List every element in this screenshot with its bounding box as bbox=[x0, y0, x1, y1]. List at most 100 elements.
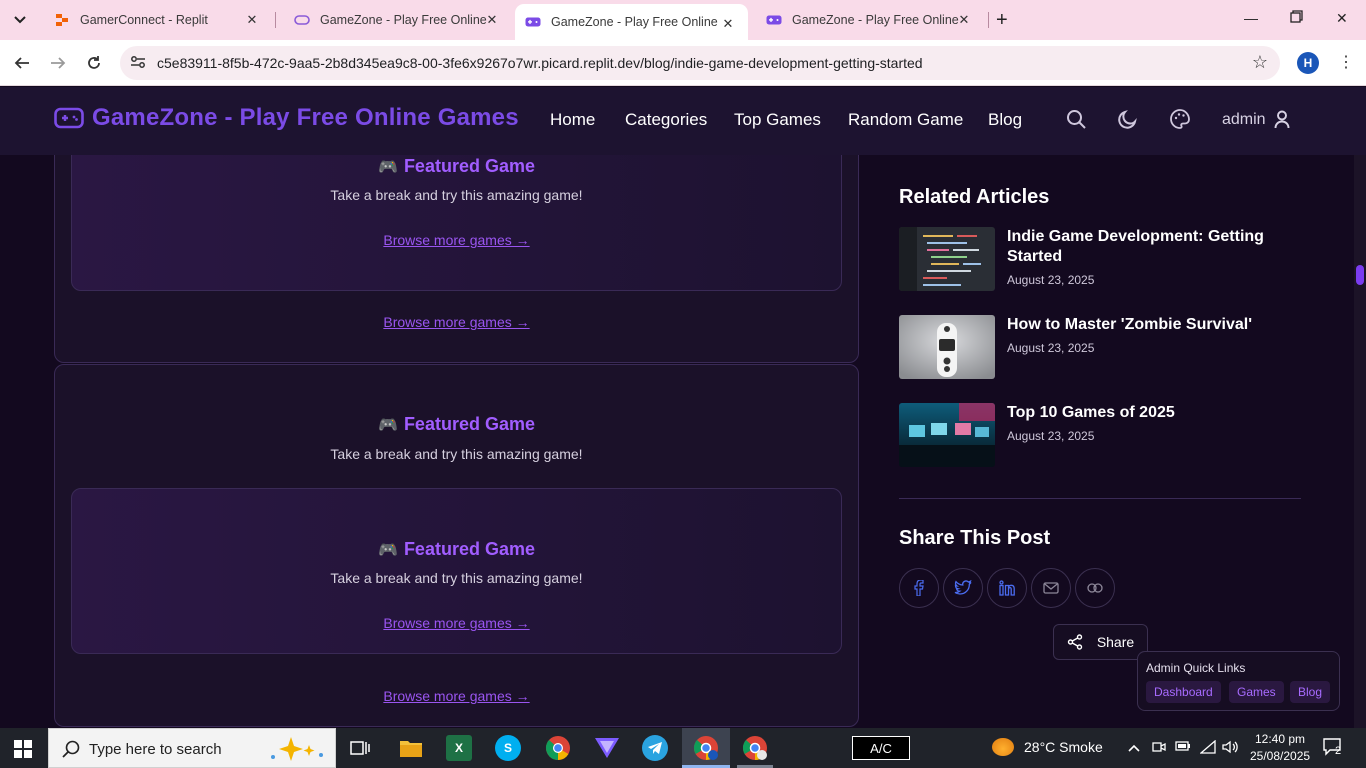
related-articles-heading: Related Articles bbox=[899, 186, 1050, 208]
featured-game-inner-card: 🎮 Featured Game Take a break and try this… bbox=[71, 155, 842, 291]
browser-tab[interactable]: GameZone - Play Free Online G ✕ bbox=[748, 0, 984, 40]
mail-icon[interactable] bbox=[1031, 568, 1071, 608]
link-icon[interactable] bbox=[1075, 568, 1115, 608]
related-article-title[interactable]: Top 10 Games of 2025 bbox=[1007, 403, 1287, 423]
weather-widget[interactable]: 28°C Smoke bbox=[992, 738, 1103, 756]
browse-more-games-link[interactable]: Browse more games → bbox=[72, 232, 841, 248]
weather-sun-icon bbox=[992, 738, 1014, 756]
admin-quick-links-panel: Admin Quick Links Dashboard Games Blog bbox=[1137, 651, 1340, 711]
task-view-icon[interactable] bbox=[346, 734, 374, 762]
quick-link-dashboard[interactable]: Dashboard bbox=[1146, 681, 1221, 703]
related-article-title[interactable]: Indie Game Development: Getting Started bbox=[1007, 227, 1287, 267]
windows-start-icon[interactable] bbox=[14, 740, 32, 763]
twitter-icon[interactable] bbox=[943, 568, 983, 608]
nav-home[interactable]: Home bbox=[550, 110, 595, 130]
close-tab-icon[interactable]: ✕ bbox=[244, 12, 260, 28]
share-button[interactable]: Share bbox=[1053, 624, 1148, 660]
browser-tab[interactable]: GameZone - Play Free Online G ✕ bbox=[276, 0, 512, 40]
site-logo[interactable]: GameZone - Play Free Online Games bbox=[54, 104, 519, 132]
related-article-item[interactable]: Top 10 Games of 2025 August 23, 2025 bbox=[899, 403, 1301, 467]
browser-tab[interactable]: GamerConnect - Replit ✕ bbox=[36, 0, 272, 40]
gamepad-logo-icon bbox=[54, 107, 84, 129]
user-menu[interactable]: admin bbox=[1222, 110, 1290, 129]
close-window-icon[interactable]: ✕ bbox=[1336, 10, 1348, 27]
featured-game-inner-card: 🎮 Featured Game Take a break and try this… bbox=[71, 488, 842, 654]
browser-tab-active[interactable]: GameZone - Play Free Online G ✕ bbox=[515, 4, 748, 40]
featured-game-title: 🎮 Featured Game bbox=[378, 539, 535, 559]
page-scrollbar[interactable] bbox=[1354, 155, 1366, 728]
profile-avatar[interactable]: H bbox=[1297, 52, 1319, 74]
nav-top-games[interactable]: Top Games bbox=[734, 110, 821, 130]
wifi-icon[interactable] bbox=[1199, 739, 1216, 757]
chrome-profile-2-icon[interactable] bbox=[741, 734, 769, 762]
article-thumbnail-gaming-room[interactable] bbox=[899, 403, 995, 467]
bookmark-star-icon[interactable]: ☆ bbox=[1252, 52, 1268, 73]
skype-icon[interactable]: S bbox=[495, 735, 521, 761]
moon-icon[interactable] bbox=[1117, 108, 1141, 132]
tab-title: GamerConnect - Replit bbox=[80, 13, 208, 27]
page-content: 🎮 Featured Game Take a break and try this… bbox=[0, 155, 1354, 728]
file-explorer-icon[interactable] bbox=[397, 734, 425, 762]
related-article-item[interactable]: Indie Game Development: Getting Started … bbox=[899, 227, 1301, 291]
close-tab-icon[interactable]: ✕ bbox=[720, 16, 736, 32]
featured-game-subtitle: Take a break and try this amazing game! bbox=[330, 446, 583, 462]
sidebar-divider bbox=[899, 498, 1301, 499]
site-settings-icon[interactable] bbox=[130, 55, 146, 72]
related-article-title[interactable]: How to Master 'Zombie Survival' bbox=[1007, 315, 1287, 335]
scrollbar-thumb[interactable] bbox=[1356, 265, 1364, 285]
url-text[interactable]: c5e83911-8f5b-472c-9aa5-2b8d345ea9c8-00-… bbox=[157, 55, 923, 71]
browse-more-games-link[interactable]: Browse more games → bbox=[72, 615, 841, 631]
facebook-icon[interactable] bbox=[899, 568, 939, 608]
featured-game-card: 🎮 Featured Game Take a break and try this… bbox=[54, 364, 859, 727]
chrome-profile-icon[interactable] bbox=[692, 734, 720, 762]
reload-icon[interactable] bbox=[83, 52, 105, 74]
new-tab-plus-icon[interactable]: + bbox=[996, 10, 1008, 30]
quick-link-games[interactable]: Games bbox=[1229, 681, 1284, 703]
back-arrow-icon[interactable] bbox=[11, 52, 33, 74]
article-thumbnail-controller[interactable] bbox=[899, 315, 995, 379]
minimize-icon[interactable]: — bbox=[1244, 10, 1258, 26]
telegram-icon[interactable] bbox=[642, 735, 668, 761]
gamepad-emoji-icon: 🎮 bbox=[378, 159, 398, 176]
quick-link-blog[interactable]: Blog bbox=[1290, 681, 1331, 703]
nav-categories[interactable]: Categories bbox=[625, 110, 707, 130]
browse-more-games-link[interactable]: Browse more games → bbox=[55, 314, 858, 330]
close-tab-icon[interactable]: ✕ bbox=[956, 12, 972, 28]
browse-more-games-link[interactable]: Browse more games → bbox=[55, 688, 858, 704]
featured-game-title: 🎮 Featured Game bbox=[378, 414, 535, 434]
vpn-triangle-icon[interactable] bbox=[593, 734, 621, 762]
article-thumbnail-code[interactable] bbox=[899, 227, 995, 291]
system-clock[interactable]: 12:40 pm 25/08/2025 bbox=[1250, 731, 1310, 765]
url-omnibox[interactable]: c5e83911-8f5b-472c-9aa5-2b8d345ea9c8-00-… bbox=[120, 46, 1280, 80]
nav-random-game[interactable]: Random Game bbox=[848, 110, 963, 130]
weather-text: 28°C Smoke bbox=[1024, 739, 1103, 755]
forward-arrow-icon[interactable] bbox=[47, 52, 69, 74]
chrome-icon[interactable] bbox=[544, 734, 572, 762]
ac-indicator[interactable]: A/C bbox=[852, 736, 910, 760]
clock-time: 12:40 pm bbox=[1255, 732, 1306, 746]
search-glass-icon bbox=[61, 739, 81, 764]
search-icon[interactable] bbox=[1065, 108, 1089, 132]
related-article-item[interactable]: How to Master 'Zombie Survival' August 2… bbox=[899, 315, 1301, 379]
tray-chevron-up-icon[interactable] bbox=[1128, 740, 1140, 755]
gamepad-favicon-icon bbox=[525, 14, 541, 30]
clock-date: 25/08/2025 bbox=[1250, 749, 1311, 763]
battery-icon[interactable] bbox=[1175, 740, 1191, 755]
sparkle-highlight-icon[interactable] bbox=[265, 735, 327, 768]
volume-icon[interactable] bbox=[1222, 740, 1238, 757]
tab-search-chevron-icon[interactable] bbox=[8, 8, 32, 32]
restore-icon[interactable] bbox=[1290, 10, 1303, 26]
gamepad-emoji-icon: 🎮 bbox=[378, 417, 398, 434]
palette-icon[interactable] bbox=[1169, 108, 1193, 132]
close-tab-icon[interactable]: ✕ bbox=[484, 12, 500, 28]
taskbar-search-box[interactable]: Type here to search bbox=[48, 728, 336, 768]
meet-now-icon[interactable] bbox=[1152, 740, 1166, 757]
excel-icon[interactable]: X bbox=[446, 735, 472, 761]
nav-blog[interactable]: Blog bbox=[988, 110, 1022, 130]
browser-menu-icon[interactable]: ⋮ bbox=[1338, 52, 1354, 72]
related-article-date: August 23, 2025 bbox=[1007, 273, 1095, 287]
address-bar: c5e83911-8f5b-472c-9aa5-2b8d345ea9c8-00-… bbox=[0, 40, 1366, 86]
linkedin-icon[interactable] bbox=[987, 568, 1027, 608]
notification-center[interactable]: 2 bbox=[1323, 738, 1343, 759]
share-heading: Share This Post bbox=[899, 527, 1051, 549]
